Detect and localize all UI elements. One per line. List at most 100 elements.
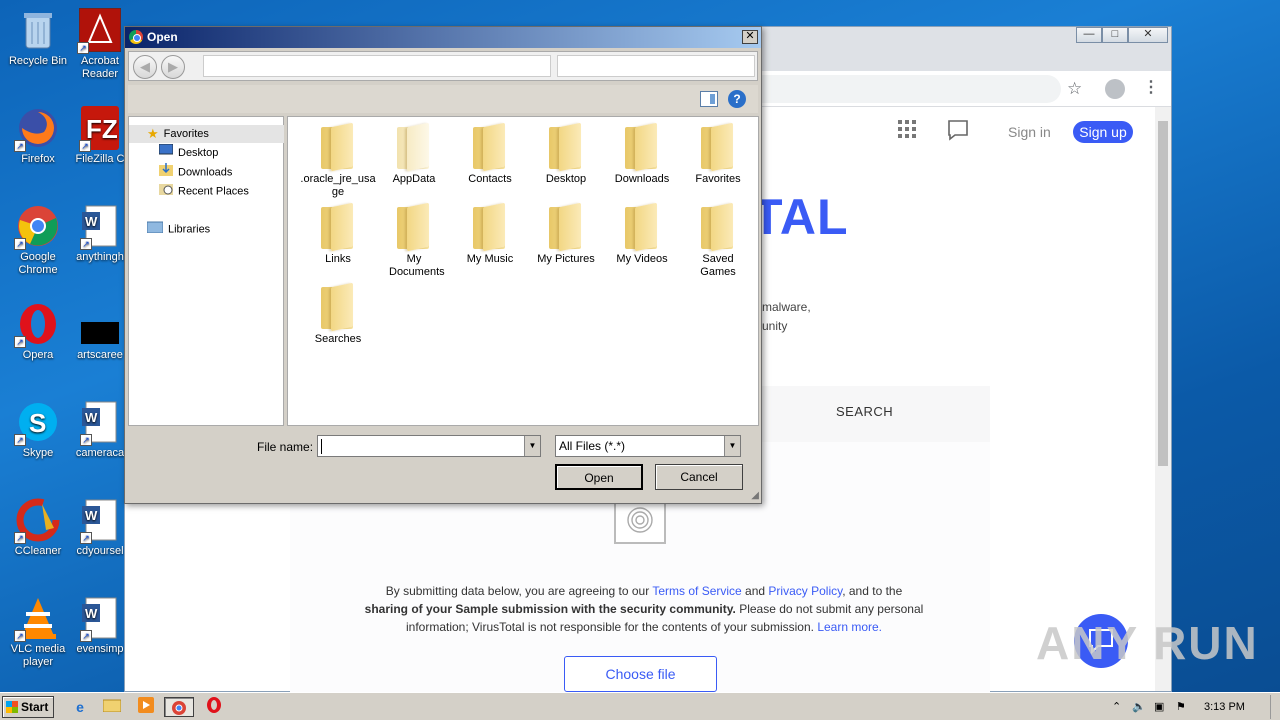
- folder-item[interactable]: My Music: [452, 202, 528, 266]
- folder-item[interactable]: Searches: [300, 282, 376, 346]
- file-icon: [81, 302, 119, 346]
- cancel-button[interactable]: Cancel: [655, 464, 743, 490]
- nav-item-downloads[interactable]: Downloads: [129, 163, 232, 181]
- sign-in-link[interactable]: Sign in: [1008, 124, 1051, 140]
- preview-pane-icon[interactable]: [700, 91, 718, 107]
- chrome-menu-icon[interactable]: ⋮: [1143, 77, 1159, 97]
- dialog-close-button[interactable]: ✕: [742, 30, 758, 44]
- desktop-icon-word-cameraca[interactable]: W ↗ cameraca: [70, 400, 130, 460]
- close-button[interactable]: ✕: [1128, 27, 1168, 43]
- folder-item[interactable]: .oracle_jre_usage: [300, 122, 376, 199]
- nav-item-favorites[interactable]: ★ Favorites: [129, 125, 284, 143]
- tab-search[interactable]: SEARCH: [836, 404, 893, 419]
- tray-expand-icon[interactable]: ⌃: [1112, 695, 1121, 719]
- desktop-icon-label: artscaree: [77, 349, 123, 361]
- desktop-icon-recycle-bin[interactable]: Recycle Bin: [0, 8, 76, 68]
- show-desktop-button[interactable]: [1270, 695, 1280, 719]
- apps-grid-icon[interactable]: [898, 120, 916, 143]
- maximize-button[interactable]: □: [1102, 27, 1128, 43]
- folder-item[interactable]: Saved Games: [680, 202, 756, 279]
- privacy-policy-link[interactable]: Privacy Policy: [768, 584, 842, 598]
- folder-item[interactable]: Favorites: [680, 122, 756, 186]
- internet-explorer-icon[interactable]: e: [68, 697, 92, 717]
- filezilla-icon: FZ ↗: [79, 106, 119, 152]
- forward-button[interactable]: ▶: [161, 55, 185, 79]
- address-path-box[interactable]: [203, 55, 551, 77]
- folder-name: Links: [325, 253, 351, 265]
- desktop-icon-label: CCleaner: [14, 545, 62, 557]
- word-document-icon: W ↗: [80, 400, 118, 446]
- chevron-down-icon[interactable]: ▼: [524, 436, 540, 456]
- desktop-icon-vlc[interactable]: ↗ VLC media player: [0, 596, 76, 669]
- folder-item[interactable]: AppData: [376, 122, 452, 186]
- terms-of-service-link[interactable]: Terms of Service: [652, 584, 741, 598]
- desktop-icon-word-anythingh[interactable]: W ↗ anythingh: [70, 204, 130, 264]
- filename-input[interactable]: ▼: [317, 435, 541, 457]
- volume-icon[interactable]: 🔈: [1132, 695, 1146, 719]
- opera-taskbar-icon[interactable]: [202, 697, 226, 717]
- firefox-icon: ↗: [14, 106, 60, 152]
- chevron-down-icon[interactable]: ▼: [724, 436, 740, 456]
- help-icon[interactable]: ?: [728, 90, 746, 108]
- resize-grip-icon[interactable]: ◢: [751, 490, 759, 501]
- libraries-icon: [146, 220, 164, 239]
- media-player-icon[interactable]: [134, 697, 158, 717]
- folder-item[interactable]: Contacts: [452, 122, 528, 186]
- back-button[interactable]: ◀: [133, 55, 157, 79]
- terms-text-1: By submitting data below, you are agreei…: [385, 584, 653, 598]
- desktop-icon-word-evensimp[interactable]: W ↗ evensimp: [70, 596, 130, 656]
- sign-up-button[interactable]: Sign up: [1073, 121, 1133, 143]
- open-button[interactable]: Open: [555, 464, 643, 490]
- file-explorer-icon[interactable]: [100, 697, 124, 717]
- desktop-icon-label: cdyoursel: [76, 545, 124, 557]
- desktop-icon-ccleaner[interactable]: ↗ CCleaner: [0, 498, 76, 558]
- nav-item-desktop[interactable]: Desktop: [129, 143, 218, 162]
- folder-item[interactable]: My Videos: [604, 202, 680, 266]
- chrome-taskbar-button[interactable]: [164, 697, 194, 717]
- chat-icon[interactable]: [947, 119, 969, 146]
- svg-text:W: W: [85, 214, 98, 229]
- folder-item[interactable]: Links: [300, 202, 376, 266]
- desktop-icon-word-cdyoursel[interactable]: W ↗ cdyoursel: [70, 498, 130, 558]
- action-center-flag-icon[interactable]: ⚑: [1176, 695, 1186, 719]
- chrome-icon: [129, 30, 143, 44]
- desktop-icon-firefox[interactable]: ↗ Firefox: [0, 106, 76, 166]
- desktop-icon-skype[interactable]: S ↗ Skype: [0, 400, 76, 460]
- page-scrollbar[interactable]: [1155, 107, 1171, 691]
- filetype-select[interactable]: All Files (*.*) ▼: [555, 435, 741, 457]
- folder-item[interactable]: Desktop: [528, 122, 604, 186]
- terms-text-4: information; VirusTotal is not responsib…: [405, 620, 818, 634]
- folder-icon: [549, 122, 583, 172]
- nav-item-libraries[interactable]: Libraries: [129, 220, 210, 238]
- nav-item-recent-places[interactable]: Recent Places: [129, 182, 249, 200]
- folder-icon: [473, 202, 507, 252]
- folder-icon: [321, 202, 355, 252]
- desktop-icon-label: Recycle Bin: [8, 55, 68, 67]
- folder-item[interactable]: Downloads: [604, 122, 680, 186]
- star-icon: ★: [147, 126, 159, 142]
- desktop-icon-chrome[interactable]: ↗ Google Chrome: [0, 204, 76, 277]
- desktop-icon-label: VLC media player: [10, 643, 66, 668]
- folder-item[interactable]: My Documents: [376, 202, 452, 279]
- folder-name: AppData: [392, 173, 436, 185]
- search-box[interactable]: [557, 55, 755, 77]
- anyrun-watermark: ANY RUN: [1036, 617, 1259, 669]
- clock[interactable]: 3:13 PM: [1204, 695, 1245, 719]
- opera-icon: ↗: [14, 302, 60, 348]
- choose-file-button[interactable]: Choose file: [564, 656, 717, 692]
- vlc-icon: ↗: [14, 596, 60, 642]
- folder-name: Favorites: [695, 173, 741, 185]
- minimize-button[interactable]: —: [1076, 27, 1102, 43]
- desktop-icon-acrobat[interactable]: ↗ Acrobat Reader: [70, 7, 130, 81]
- network-icon[interactable]: ▣: [1154, 695, 1164, 719]
- start-button[interactable]: Start: [2, 696, 54, 718]
- folder-icon: [701, 202, 735, 252]
- bookmark-star-icon[interactable]: ☆: [1067, 79, 1082, 99]
- scrollbar-thumb[interactable]: [1158, 121, 1168, 466]
- profile-avatar-icon[interactable]: [1105, 79, 1125, 99]
- desktop-icon-filezilla[interactable]: FZ ↗ FileZilla C: [70, 106, 130, 166]
- desktop-icon-artscaree[interactable]: artscaree: [70, 302, 130, 362]
- learn-more-link[interactable]: Learn more.: [817, 620, 882, 634]
- folder-item[interactable]: My Pictures: [528, 202, 604, 266]
- desktop-icon-opera[interactable]: ↗ Opera: [0, 302, 76, 362]
